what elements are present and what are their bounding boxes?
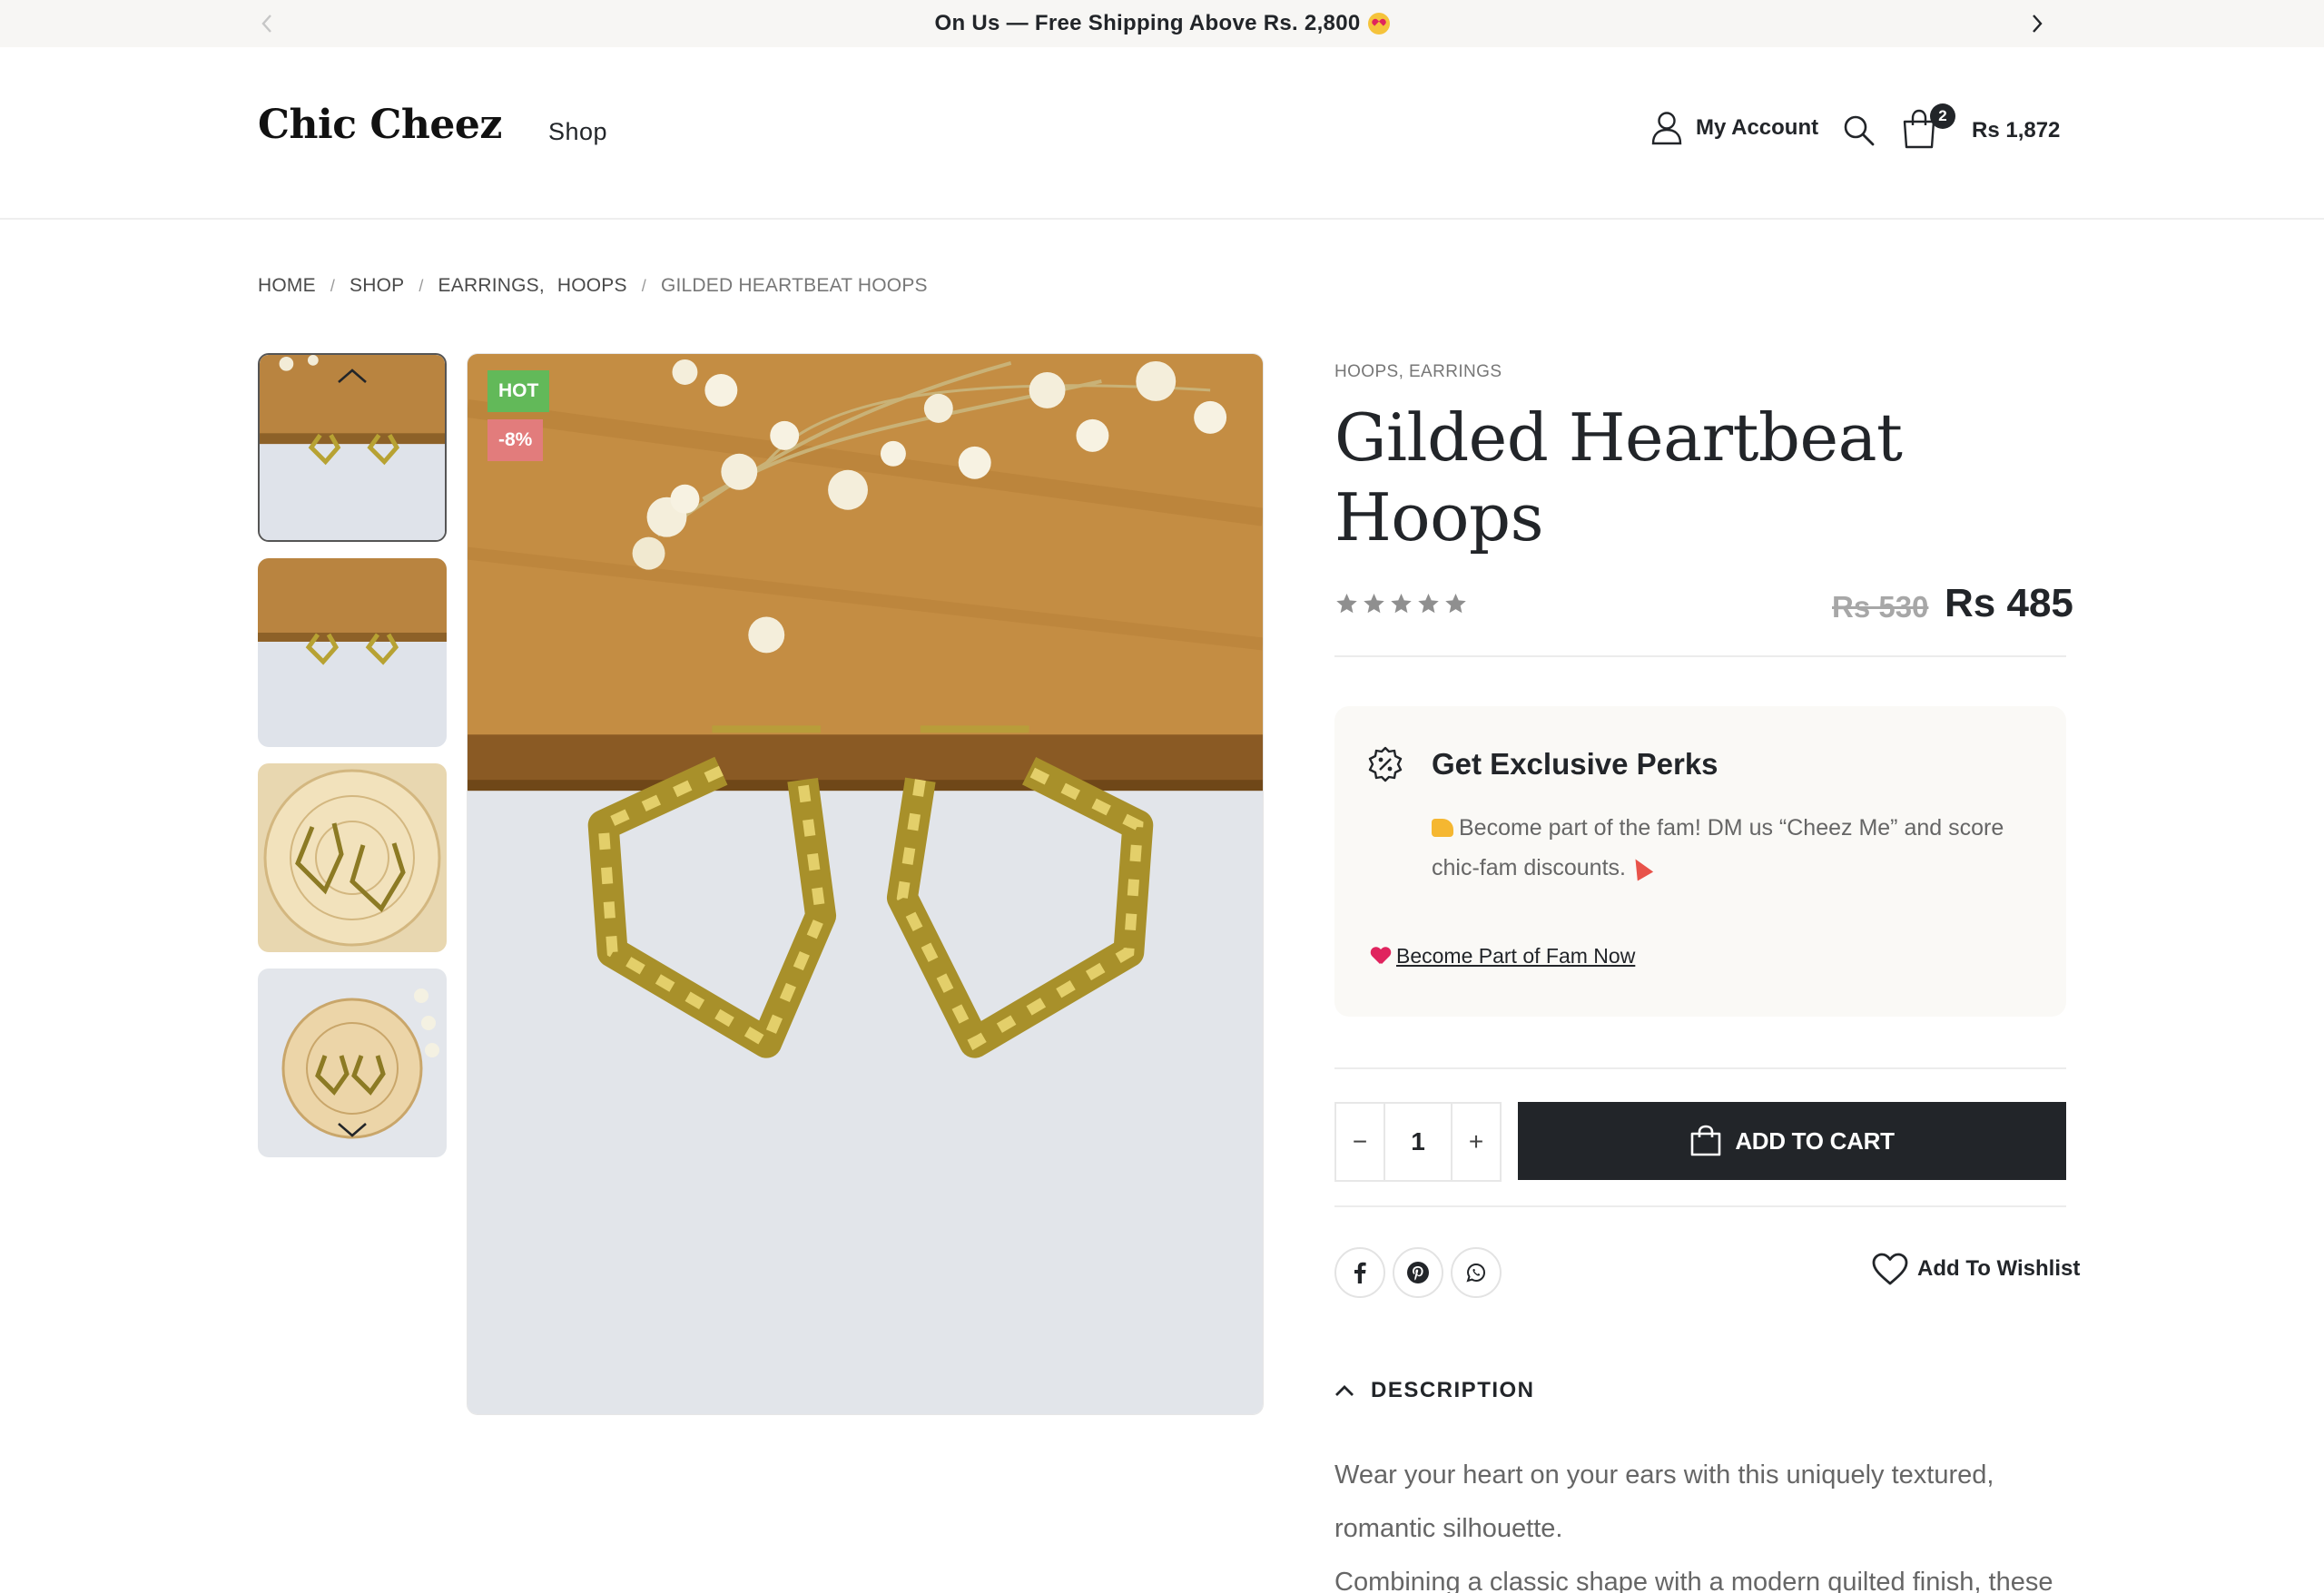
star-icon xyxy=(1445,593,1466,614)
star-icon xyxy=(1418,593,1439,614)
original-price: Rs 530 xyxy=(1832,590,1929,624)
thumbnails-up-button[interactable] xyxy=(336,365,369,387)
chevron-down-icon xyxy=(338,1123,367,1137)
thumbnails-down-button[interactable] xyxy=(336,1118,369,1140)
breadcrumb-separator: / xyxy=(419,276,424,295)
description-accordion-toggle[interactable]: DESCRIPTION xyxy=(1334,1378,1535,1403)
heart-emoji-icon xyxy=(1371,948,1391,966)
sale-price: Rs 485 xyxy=(1945,581,2073,625)
divider xyxy=(1334,655,2066,657)
quantity-decrease-button[interactable]: − xyxy=(1336,1104,1384,1180)
description-paragraph: Combining a classic shape with a modern … xyxy=(1334,1568,2053,1593)
whatsapp-icon xyxy=(1466,1263,1486,1283)
wishlist-label: Add To Wishlist xyxy=(1917,1256,2081,1281)
cart-total[interactable]: Rs 1,872 xyxy=(1972,118,2060,143)
breadcrumb-home[interactable]: HOME xyxy=(258,275,316,297)
quantity-input[interactable]: 1 xyxy=(1384,1104,1452,1180)
hot-badge: HOT xyxy=(487,370,550,412)
product-categories[interactable]: HOOPS, EARRINGS xyxy=(1334,362,1502,382)
party-popper-emoji-icon xyxy=(1627,854,1654,881)
star-icon xyxy=(1391,593,1412,614)
breadcrumb-hoops[interactable]: HOOPS xyxy=(557,275,627,297)
shopping-bag-icon xyxy=(1691,1125,1721,1156)
chevron-right-icon xyxy=(2033,15,2043,33)
product-thumbnail-2[interactable] xyxy=(258,558,447,747)
description-paragraph: Wear your heart on your ears with this u… xyxy=(1334,1460,1994,1543)
cart-count-badge: 2 xyxy=(1930,103,1955,129)
perks-description: Become part of the fam! DM us “Cheez Me”… xyxy=(1432,808,2022,888)
cart-button[interactable]: 2 xyxy=(1901,103,1955,149)
announcement-text: On Us — Free Shipping Above Rs. 2,800 xyxy=(934,11,1361,35)
chevron-up-icon xyxy=(338,369,367,383)
discount-badge: -8% xyxy=(487,419,544,461)
nav-item-shop[interactable]: Shop xyxy=(548,118,607,146)
announcement-prev-button[interactable] xyxy=(256,13,278,34)
discount-badge-icon xyxy=(1367,746,1403,787)
pinterest-icon xyxy=(1407,1262,1429,1283)
search-button[interactable] xyxy=(1843,114,1876,152)
main-product-image[interactable] xyxy=(467,353,1264,1415)
add-to-wishlist-button[interactable]: Add To Wishlist xyxy=(1872,1253,2080,1285)
perks-title: Get Exclusive Perks xyxy=(1432,747,1718,781)
add-to-cart-button[interactable]: ADD TO CART xyxy=(1518,1102,2066,1180)
share-facebook-button[interactable] xyxy=(1334,1247,1385,1298)
star-icon xyxy=(1336,593,1357,614)
user-icon xyxy=(1651,112,1682,145)
add-to-cart-label: ADD TO CART xyxy=(1735,1126,1895,1155)
product-title: Gilded Heartbeat Hoops xyxy=(1334,399,1903,556)
site-logo[interactable]: Chic Cheez xyxy=(258,102,502,148)
product-thumbnail-3[interactable] xyxy=(258,763,447,952)
breadcrumb: HOME / SHOP / EARRINGS, HOOPS / GILDED H… xyxy=(258,275,928,297)
description-body: Wear your heart on your ears with this u… xyxy=(1334,1449,2066,1593)
description-heading: DESCRIPTION xyxy=(1371,1378,1535,1402)
announcement-bar: On Us — Free Shipping Above Rs. 2,800 xyxy=(0,0,2324,47)
breadcrumb-current: GILDED HEARTBEAT HOOPS xyxy=(660,275,928,296)
my-account-label: My Account xyxy=(1696,115,1819,140)
rating-stars[interactable] xyxy=(1334,592,1468,615)
chevron-up-icon xyxy=(1335,1385,1354,1396)
quantity-increase-button[interactable]: + xyxy=(1452,1104,1500,1180)
announcement-next-button[interactable] xyxy=(2026,13,2048,34)
perks-description-text: Become part of the fam! DM us “Cheez Me”… xyxy=(1432,815,2004,880)
site-header: Chic Cheez Shop My Account 2 Rs 1,872 xyxy=(0,47,2324,220)
become-part-of-fam-link[interactable]: Become Part of Fam Now xyxy=(1371,944,1635,969)
chevron-left-icon xyxy=(261,15,271,33)
perks-link-label: Become Part of Fam Now xyxy=(1396,944,1636,968)
my-account-link[interactable]: My Account xyxy=(1650,111,1818,145)
breadcrumb-separator: / xyxy=(330,276,336,295)
product-photo xyxy=(468,354,1263,1414)
exclusive-perks-box: Get Exclusive Perks Become part of the f… xyxy=(1334,706,2066,1017)
divider xyxy=(1334,1067,2066,1069)
heart-icon xyxy=(1872,1253,1908,1285)
cheese-emoji-icon xyxy=(1432,819,1453,837)
share-whatsapp-button[interactable] xyxy=(1451,1247,1502,1298)
star-icon xyxy=(1364,593,1384,614)
share-pinterest-button[interactable] xyxy=(1393,1247,1443,1298)
breadcrumb-shop[interactable]: SHOP xyxy=(350,275,404,297)
search-icon xyxy=(1844,115,1875,146)
quantity-stepper: − 1 + xyxy=(1334,1102,1502,1182)
heart-eyes-emoji-icon xyxy=(1367,13,1390,34)
breadcrumb-earrings[interactable]: EARRINGS, xyxy=(438,275,545,297)
facebook-icon xyxy=(1354,1262,1366,1283)
divider xyxy=(1334,1205,2066,1207)
breadcrumb-separator: / xyxy=(641,276,646,295)
thumbnail-image xyxy=(258,763,447,952)
thumbnail-image xyxy=(258,558,447,747)
